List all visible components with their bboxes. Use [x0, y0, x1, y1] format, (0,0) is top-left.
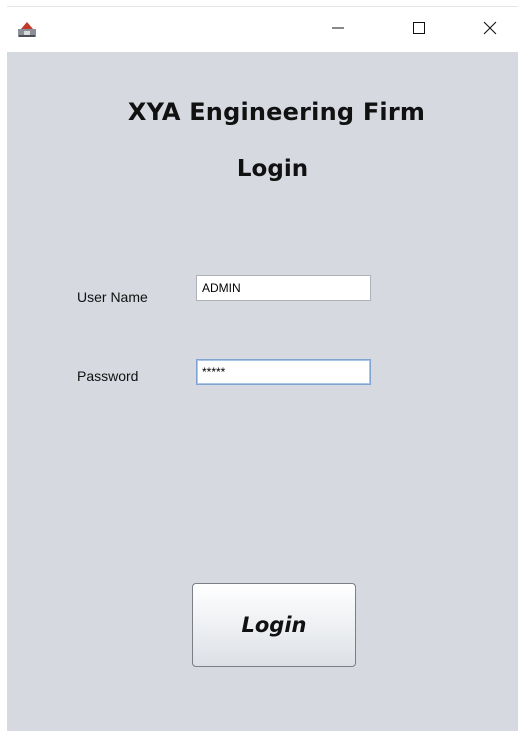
minimize-icon: [332, 21, 344, 39]
maximize-icon: [413, 21, 425, 39]
close-button[interactable]: [467, 7, 513, 53]
login-panel: XYA Engineering Firm Login User Name Pas…: [7, 52, 518, 731]
password-field[interactable]: [196, 359, 371, 385]
username-field[interactable]: [196, 275, 371, 301]
java-app-icon: [17, 20, 37, 38]
password-label: Password: [77, 368, 139, 384]
login-button[interactable]: Login: [192, 583, 356, 667]
company-title: XYA Engineering Firm: [127, 98, 426, 126]
window-titlebar: [7, 6, 518, 52]
username-label: User Name: [77, 289, 148, 305]
close-icon: [483, 21, 497, 40]
minimize-button[interactable]: [315, 7, 361, 53]
maximize-button[interactable]: [396, 7, 442, 53]
page-title: Login: [236, 156, 309, 182]
